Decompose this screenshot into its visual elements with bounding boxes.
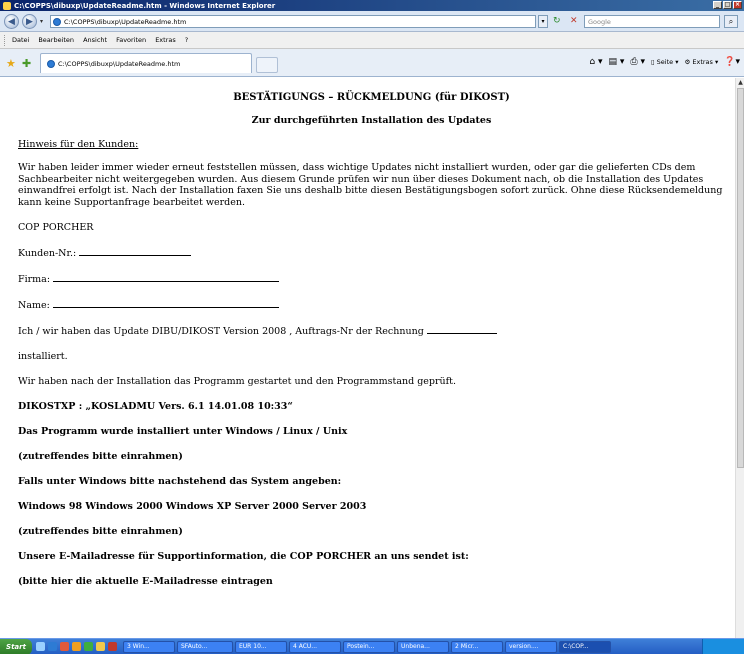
invoice-number-blank	[426, 325, 497, 334]
page-content: BESTÄTIGUNGS – RÜCKMELDUNG (für DIKOST) …	[0, 78, 735, 638]
quick-launch	[36, 642, 117, 651]
home-icon[interactable]: ⌂ ▾	[589, 57, 602, 67]
window-title: C:\COPPS\dibuxp\UpdateReadme.htm - Windo…	[14, 1, 276, 10]
search-placeholder: Google	[588, 17, 611, 26]
search-icon[interactable]: ⌕	[724, 15, 738, 28]
address-toolbar: ◀ ▶ ▾ C:\COPPS\dibuxp\UpdateReadme.htm ▾…	[0, 11, 744, 32]
taskbar-button-2[interactable]: SFAuto...	[177, 640, 233, 653]
quicklaunch-app-icon[interactable]	[60, 642, 69, 651]
windows-prompt: Falls unter Windows bitte nachstehend da…	[18, 476, 342, 487]
window-title-bar: C:\COPPS\dibuxp\UpdateReadme.htm - Windo…	[0, 0, 744, 11]
version-line: DIKOSTXP : „KOSLADMU Vers. 6.1 14.01.08 …	[18, 401, 293, 412]
customer-number-blank	[79, 247, 192, 256]
name-blank	[52, 299, 279, 308]
customer-number-row: Kunden-Nr.:	[18, 247, 725, 259]
company-name: COP PORCHER	[18, 222, 94, 233]
vertical-scrollbar[interactable]: ▲	[735, 78, 744, 638]
os-line: Das Programm wurde installiert unter Win…	[18, 426, 348, 437]
taskbar-button-9[interactable]: C:\COP...	[559, 640, 611, 653]
menu-bearbeiten[interactable]: Bearbeiten	[38, 36, 74, 44]
firma-blank	[53, 273, 280, 282]
system-tray	[702, 638, 744, 654]
update-row: Ich / wir haben das Update DIBU/DIKOST V…	[18, 325, 725, 337]
menu-grip	[4, 35, 6, 46]
print-icon[interactable]: ⎙ ▾	[630, 57, 645, 67]
menu-extras[interactable]: Extras	[155, 36, 176, 44]
firma-label: Firma:	[18, 274, 51, 285]
tools-menu-label: Extras	[692, 58, 713, 66]
taskbar: Start 3 Win... SFAuto... EUR 10... 4 ACU…	[0, 638, 744, 654]
hint-heading: Hinweis für den Kunden:	[18, 139, 139, 150]
document-subtitle: Zur durchgeführten Installation des Upda…	[251, 115, 492, 126]
menu-favoriten[interactable]: Favoriten	[116, 36, 146, 44]
hint-paragraph: Wir haben leider immer wieder erneut fes…	[18, 162, 723, 208]
quicklaunch-app5-icon[interactable]	[108, 642, 117, 651]
back-button[interactable]: ◀	[4, 14, 19, 29]
quicklaunch-ie-icon[interactable]	[48, 642, 57, 651]
taskbar-button-4[interactable]: 4 ACU...	[289, 640, 341, 653]
taskbar-button-5[interactable]: Postein...	[343, 640, 395, 653]
menu-help[interactable]: ?	[185, 36, 188, 44]
menu-bar: Datei Bearbeiten Ansicht Favoriten Extra…	[0, 32, 744, 49]
tab-label: C:\COPPS\dibuxp\UpdateReadme.htm	[58, 59, 181, 68]
email-hint: (bitte hier die aktuelle E-Mailadresse e…	[18, 576, 273, 587]
favorites-star-icon[interactable]: ★	[6, 57, 16, 70]
help-icon[interactable]: ❓▾	[724, 57, 740, 67]
taskbar-button-3[interactable]: EUR 10...	[235, 640, 287, 653]
installed-text: installiert.	[18, 351, 68, 362]
tools-menu-button[interactable]: ⚙ Extras ▾	[684, 58, 718, 66]
start-button[interactable]: Start	[0, 638, 32, 654]
tab-page-icon	[47, 59, 55, 68]
menu-datei[interactable]: Datei	[12, 36, 29, 44]
started-text: Wir haben nach der Installation das Prog…	[18, 376, 457, 387]
email-prompt: Unsere E-Mailadresse für Supportinformat…	[18, 551, 469, 562]
taskbar-button-6[interactable]: Unbena...	[397, 640, 449, 653]
address-input[interactable]: C:\COPPS\dibuxp\UpdateReadme.htm	[50, 15, 536, 28]
add-favorites-icon[interactable]: ✚	[22, 57, 31, 70]
search-input[interactable]: Google	[584, 15, 720, 28]
recent-pages-dropdown[interactable]: ▾	[40, 18, 43, 25]
quicklaunch-app2-icon[interactable]	[72, 642, 81, 651]
address-value: C:\COPPS\dibuxp\UpdateReadme.htm	[64, 17, 187, 26]
window-controls: _ □ ×	[713, 1, 742, 9]
ie-icon	[3, 1, 11, 10]
taskbar-button-8[interactable]: version....	[505, 640, 557, 653]
scroll-up-icon[interactable]: ▲	[736, 78, 744, 87]
start-label: Start	[6, 642, 26, 651]
firma-row: Firma:	[18, 273, 725, 285]
mark-hint-2: (zutreffendes bitte einrahmen)	[18, 526, 183, 537]
tab-bar: ★ ✚ C:\COPPS\dibuxp\UpdateReadme.htm ⌂ ▾…	[0, 49, 744, 77]
name-row: Name:	[18, 299, 725, 311]
new-tab-button[interactable]	[256, 57, 278, 73]
close-button[interactable]: ×	[733, 1, 742, 9]
taskbar-button-1[interactable]: 3 Win...	[123, 640, 175, 653]
update-sentence: Ich / wir haben das Update DIBU/DIKOST V…	[18, 326, 424, 337]
page-icon	[53, 17, 61, 26]
customer-number-label: Kunden-Nr.:	[18, 248, 77, 259]
quicklaunch-desktop-icon[interactable]	[36, 642, 45, 651]
page-menu-label: Seite	[656, 58, 674, 66]
quicklaunch-app3-icon[interactable]	[84, 642, 93, 651]
maximize-button[interactable]: □	[723, 1, 732, 9]
windows-versions: Windows 98 Windows 2000 Windows XP Serve…	[18, 501, 367, 512]
name-label: Name:	[18, 300, 50, 311]
refresh-icon[interactable]: ↻	[553, 16, 561, 26]
feeds-icon[interactable]: ▤ ▾	[609, 57, 625, 67]
menu-ansicht[interactable]: Ansicht	[83, 36, 107, 44]
stop-icon[interactable]: ✕	[570, 16, 578, 26]
quicklaunch-app4-icon[interactable]	[96, 642, 105, 651]
tab-active[interactable]: C:\COPPS\dibuxp\UpdateReadme.htm	[40, 53, 252, 73]
minimize-button[interactable]: _	[713, 1, 722, 9]
page-menu-button[interactable]: ▯ Seite ▾	[651, 58, 678, 66]
scrollbar-thumb[interactable]	[737, 88, 744, 468]
document-title: BESTÄTIGUNGS – RÜCKMELDUNG (für DIKOST)	[233, 92, 510, 103]
forward-button[interactable]: ▶	[22, 14, 37, 29]
taskbar-button-7[interactable]: 2 Micr...	[451, 640, 503, 653]
mark-hint-1: (zutreffendes bitte einrahmen)	[18, 451, 183, 462]
command-bar: ⌂ ▾ ▤ ▾ ⎙ ▾ ▯ Seite ▾ ⚙ Extras ▾ ❓▾	[589, 57, 740, 67]
address-dropdown-button[interactable]: ▾	[538, 15, 548, 28]
